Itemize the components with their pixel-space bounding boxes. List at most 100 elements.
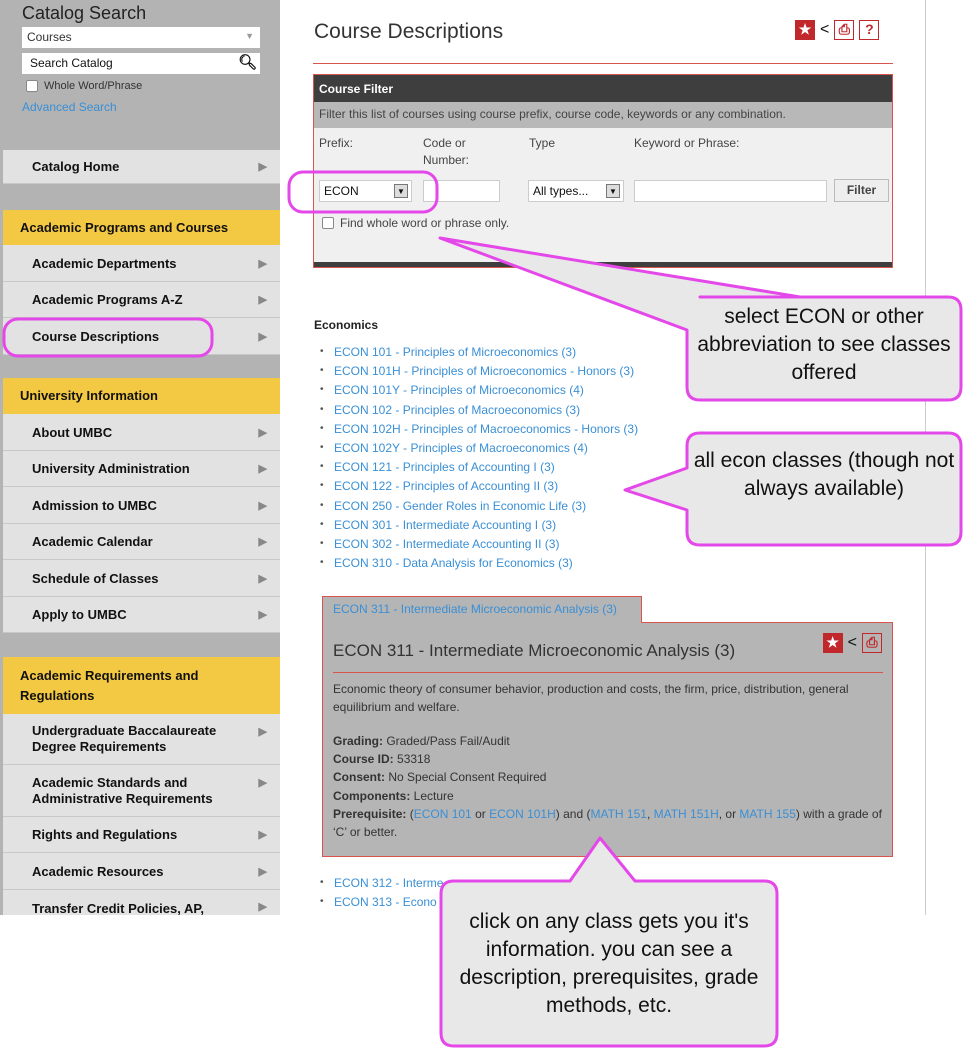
course-tab-econ-311[interactable]: ECON 311 - Intermediate Microeconomic An…	[322, 596, 642, 623]
prereq-link[interactable]: MATH 151H	[654, 807, 719, 821]
sidebar-item[interactable]: Rights and Regulations ▶	[3, 817, 280, 853]
sidebar-item-label: About UMBC	[32, 424, 113, 440]
arrow-right-icon: ▶	[258, 572, 267, 585]
whole-phrase-label: Find whole word or phrase only.	[340, 216, 510, 230]
course-link[interactable]: ECON 312 - Interme	[320, 876, 443, 895]
sidebar-item-label: Academic Standards and Administrative Re…	[32, 774, 213, 806]
whole-phrase-checkbox[interactable]	[322, 217, 334, 229]
sidebar-item[interactable]: Academic Programs A-Z ▶	[3, 282, 280, 318]
arrow-right-icon: ▶	[258, 829, 267, 841]
sidebar-item[interactable]: Apply to UMBC ▶	[3, 597, 280, 633]
sidebar-item-catalog-home[interactable]: Catalog Home ▶	[3, 150, 280, 184]
sidebar-item-course-descriptions[interactable]: Course Descriptions ▶	[3, 318, 280, 355]
sidebar-item[interactable]: Transfer Credit Policies, AP, ▶	[3, 890, 280, 915]
sidebar-item-label: Transfer Credit Policies, AP,	[32, 901, 204, 915]
scope-select[interactable]: Courses ▼	[22, 27, 260, 48]
course-link[interactable]: ECON 102 - Principles of Macroeconomics …	[320, 403, 638, 422]
course-link[interactable]: ECON 121 - Principles of Accounting I (3…	[320, 460, 638, 479]
sidebar-item-label: Academic Resources	[32, 863, 164, 879]
course-fields: Grading: Graded/Pass Fail/Audit Course I…	[333, 732, 885, 841]
sidebar-item[interactable]: Academic Calendar ▶	[3, 524, 280, 560]
sidebar-item-label: Catalog Home	[32, 159, 120, 174]
catalog-search-title: Catalog Search	[22, 3, 147, 23]
prereq-link[interactable]: MATH 155	[739, 807, 795, 821]
course-link[interactable]: ECON 302 - Intermediate Accounting II (3…	[320, 537, 638, 556]
course-link[interactable]: ECON 102H - Principles of Macroeconomics…	[320, 422, 638, 441]
sidebar-item[interactable]: Undergraduate Baccalaureate Degree Requi…	[3, 714, 280, 765]
advanced-search-link[interactable]: Advanced Search	[22, 100, 117, 114]
scope-value: Courses	[27, 30, 72, 44]
sidebar-item-label: Apply to UMBC	[32, 607, 127, 622]
sidebar-item[interactable]: Academic Resources ▶	[3, 853, 280, 890]
print-icon[interactable]: ⎙	[862, 633, 882, 653]
filter-heading: Course Filter	[314, 75, 892, 102]
favorite-star-icon[interactable]: ★	[795, 20, 815, 40]
help-icon[interactable]: ?	[859, 20, 880, 40]
sidebar-item-label: Schedule of Classes	[32, 570, 159, 586]
sidebar-item-label: Undergraduate Baccalaureate Degree Requi…	[32, 723, 217, 754]
consent-value: No Special Consent Required	[388, 770, 547, 785]
divider	[333, 672, 883, 673]
arrow-right-icon: ▶	[258, 294, 267, 306]
code-label: Code or Number:	[423, 136, 470, 167]
share-icon[interactable]: <	[820, 21, 829, 39]
whole-word-label: Whole Word/Phrase	[44, 80, 143, 92]
course-link[interactable]: ECON 101H - Principles of Microeconomics…	[320, 364, 638, 383]
type-label: Type	[529, 136, 556, 150]
favorite-star-icon[interactable]: ★	[822, 633, 843, 653]
course-list: ECON 101 - Principles of Microeconomics …	[320, 345, 638, 575]
code-input[interactable]	[423, 180, 500, 202]
print-icon[interactable]: ⎙	[834, 20, 855, 40]
course-link[interactable]: ECON 301 - Intermediate Accounting I (3)	[320, 518, 638, 537]
course-link[interactable]: ECON 101Y - Principles of Microeconomics…	[320, 383, 638, 402]
course-link[interactable]: ECON 313 - Econo	[320, 895, 443, 914]
course-link[interactable]: ECON 122 - Principles of Accounting II (…	[320, 479, 638, 498]
keyword-input[interactable]	[634, 180, 827, 202]
sidebar-item[interactable]: Academic Departments ▶	[3, 245, 280, 282]
arrow-right-icon: ▶	[258, 257, 267, 270]
sidebar-item-label: Admission to UMBC	[32, 497, 157, 513]
sidebar-item-label: Academic Calendar	[32, 534, 153, 549]
whole-word-checkbox[interactable]	[26, 80, 38, 92]
arrow-right-icon: ▶	[258, 865, 267, 878]
type-select[interactable]: All types... ▼	[528, 180, 624, 202]
course-detail-panel: ECON 311 - Intermediate Microeconomic An…	[322, 622, 893, 857]
callout-text: click on any class gets you it's informa…	[459, 910, 759, 1017]
section-heading: Economics	[314, 318, 379, 332]
arrow-right-icon: ▶	[258, 499, 267, 512]
whole-word-option[interactable]: Whole Word/Phrase	[26, 80, 142, 92]
sidebar-item[interactable]: Schedule of Classes ▶	[3, 560, 280, 597]
sidebar-item-label: University Administration	[32, 461, 190, 476]
grading-value: Graded/Pass Fail/Audit	[386, 734, 510, 748]
sidebar-item-label: Rights and Regulations	[32, 827, 178, 842]
arrow-right-icon: ▶	[258, 330, 267, 343]
course-link[interactable]: ECON 101 - Principles of Microeconomics …	[320, 345, 638, 364]
prereq-link[interactable]: ECON 101	[414, 807, 472, 821]
search-input[interactable]: Search Catalog 🔍︎	[22, 53, 260, 74]
chevron-down-icon: ▼	[606, 184, 620, 198]
prereq-link[interactable]: MATH 151	[590, 807, 646, 821]
course-link[interactable]: ECON 102Y - Principles of Macroeconomics…	[320, 441, 638, 460]
share-icon[interactable]: <	[848, 634, 857, 652]
arrow-right-icon: ▶	[258, 463, 267, 475]
sidebar-item[interactable]: Academic Standards and Administrative Re…	[3, 765, 280, 817]
sidebar-item[interactable]: Admission to UMBC ▶	[3, 487, 280, 524]
filter-description: Filter this list of courses using course…	[314, 102, 892, 128]
sidebar-item[interactable]: About UMBC ▶	[3, 414, 280, 451]
prereq-link[interactable]: ECON 101H	[489, 807, 556, 821]
page-toolbar: ★ < ⎙ ?	[795, 20, 880, 40]
text: , or	[718, 806, 740, 821]
search-icon[interactable]: 🔍︎	[238, 53, 257, 71]
course-link[interactable]: ECON 310 - Data Analysis for Economics (…	[320, 556, 638, 575]
course-link[interactable]: ECON 250 - Gender Roles in Economic Life…	[320, 499, 638, 518]
course-description: Economic theory of consumer behavior, pr…	[333, 682, 849, 714]
filter-button[interactable]: Filter	[834, 179, 889, 202]
whole-phrase-option[interactable]: Find whole word or phrase only.	[322, 216, 509, 230]
arrow-right-icon: ▶	[258, 609, 267, 621]
sidebar-item[interactable]: University Administration ▶	[3, 451, 280, 487]
arrow-right-icon: ▶	[258, 536, 267, 548]
sidebar-item-label: Academic Departments	[32, 255, 177, 271]
divider	[313, 63, 893, 64]
sidebar-item-label: Academic Programs A-Z	[32, 292, 183, 307]
prefix-select[interactable]: ECON ▼	[319, 180, 412, 202]
